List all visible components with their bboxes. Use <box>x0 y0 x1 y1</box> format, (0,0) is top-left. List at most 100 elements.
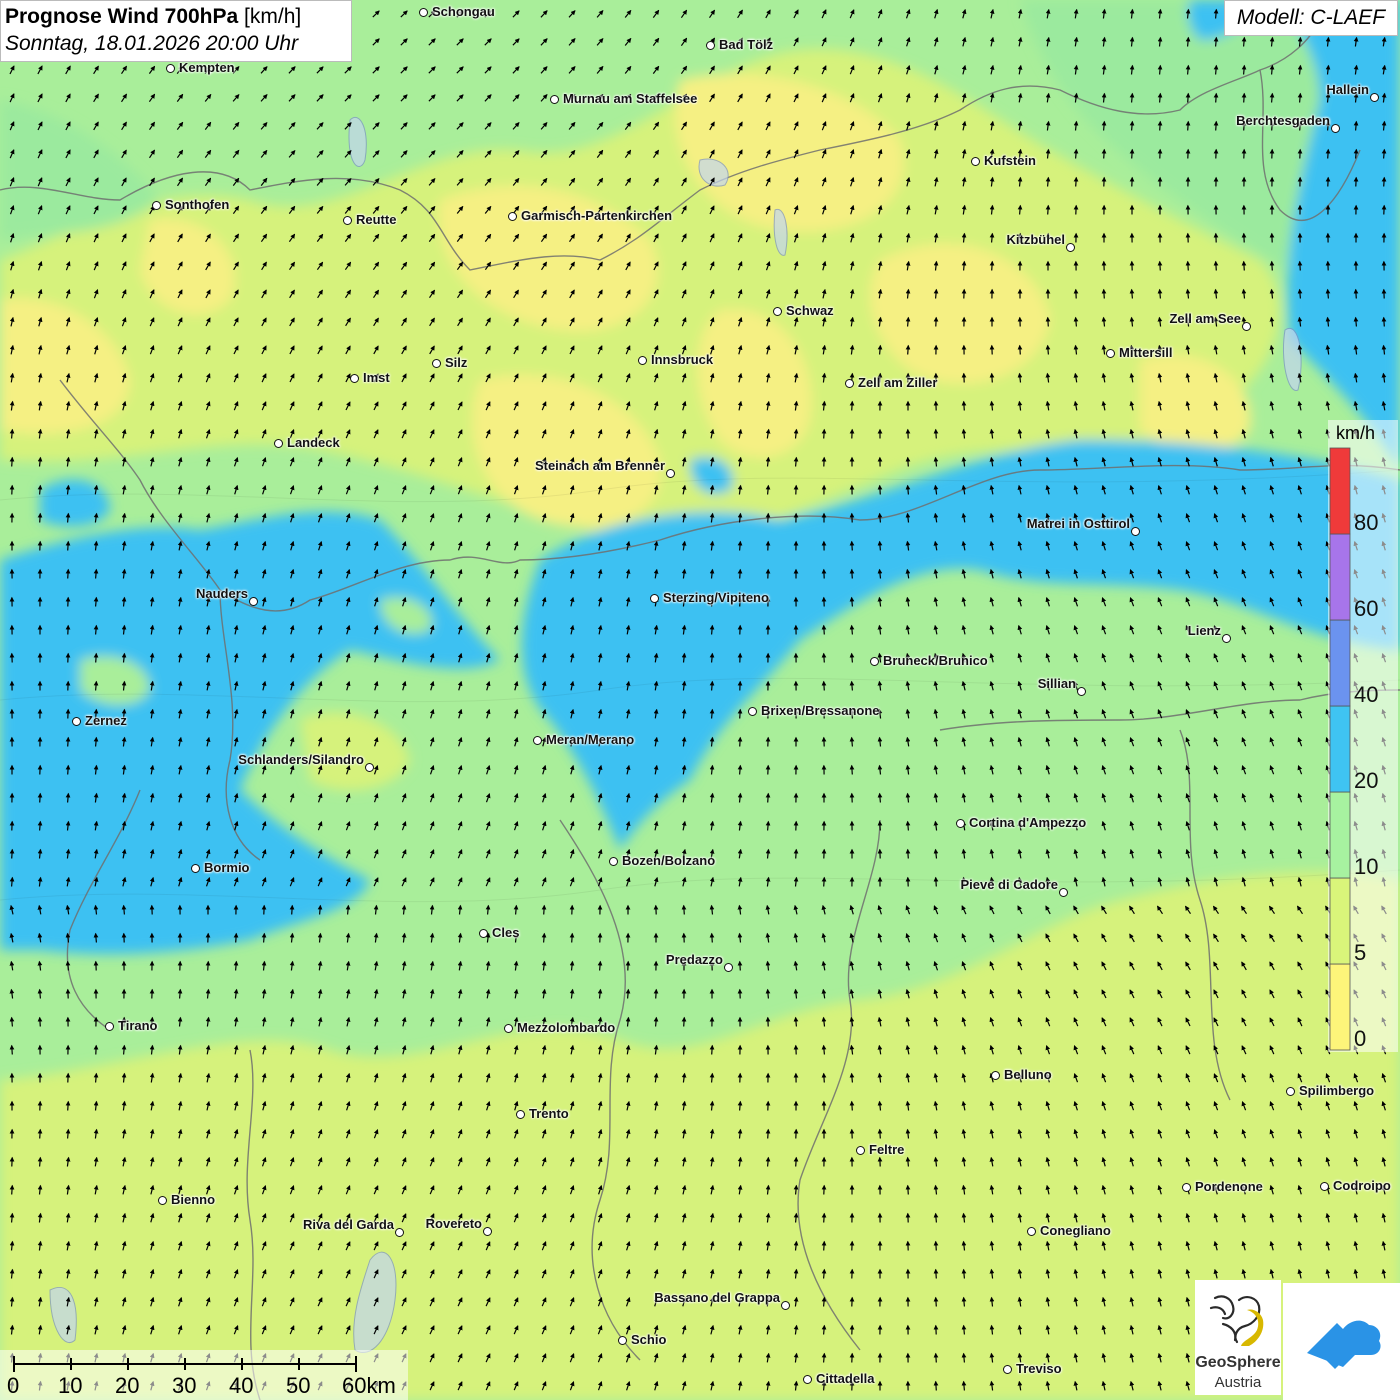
place-marker-icon[interactable] <box>419 8 428 17</box>
place-marker-icon[interactable] <box>1286 1087 1295 1096</box>
wind-arrow <box>541 1072 547 1083</box>
wind-arrow <box>569 1241 575 1251</box>
wind-arrow <box>765 932 771 943</box>
place-marker-icon[interactable] <box>1066 243 1075 252</box>
wind-arrow <box>821 1240 827 1251</box>
place-marker-icon[interactable] <box>650 594 659 603</box>
place-marker-icon[interactable] <box>1131 527 1140 536</box>
wind-arrow <box>765 484 771 495</box>
place-marker-icon[interactable] <box>166 64 175 73</box>
wind-arrow <box>793 932 799 943</box>
wind-arrow <box>653 1352 659 1363</box>
place-marker-icon[interactable] <box>343 216 352 225</box>
wind-arrow <box>961 848 967 859</box>
place-marker-icon[interactable] <box>748 707 757 716</box>
place-marker-icon[interactable] <box>781 1301 790 1310</box>
place-marker-icon[interactable] <box>666 469 675 478</box>
wind-arrow <box>233 988 239 999</box>
place-marker-icon[interactable] <box>350 374 359 383</box>
place-marker-icon[interactable] <box>609 857 618 866</box>
place-marker-icon[interactable] <box>72 717 81 726</box>
wind-arrow <box>961 176 967 187</box>
place-marker-icon[interactable] <box>1242 322 1251 331</box>
wind-arrow <box>1353 148 1359 159</box>
wind-arrow <box>1129 512 1135 523</box>
place-marker-icon[interactable] <box>1320 1182 1329 1191</box>
wind-arrow <box>1073 792 1079 803</box>
place-marker-icon[interactable] <box>152 201 161 210</box>
wind-arrow <box>65 344 71 355</box>
wind-arrow <box>737 1352 743 1363</box>
place-marker-icon[interactable] <box>105 1022 114 1031</box>
wind-arrow <box>1241 848 1247 859</box>
wind-arrow <box>317 736 323 747</box>
place-marker-icon[interactable] <box>432 359 441 368</box>
place-marker-icon[interactable] <box>249 597 258 606</box>
place-marker-icon[interactable] <box>1331 124 1340 133</box>
wind-arrow <box>289 904 295 915</box>
place-marker-icon[interactable] <box>724 963 733 972</box>
wind-arrow <box>1101 1296 1107 1307</box>
place-marker-icon[interactable] <box>618 1336 627 1345</box>
place-marker-icon[interactable] <box>991 1071 1000 1080</box>
place-marker-icon[interactable] <box>1077 687 1086 696</box>
wind-arrow <box>317 708 323 719</box>
wind-arrow <box>1185 1296 1191 1307</box>
wind-arrow <box>849 9 855 19</box>
wind-arrow <box>681 1212 687 1223</box>
place-marker-icon[interactable] <box>504 1024 513 1033</box>
wind-arrow <box>1017 680 1023 691</box>
place-marker-icon[interactable] <box>483 1227 492 1236</box>
wind-arrow <box>149 680 155 691</box>
place-marker-icon[interactable] <box>550 95 559 104</box>
wind-arrow <box>457 1269 463 1279</box>
place-marker-icon[interactable] <box>956 819 965 828</box>
place-marker-icon[interactable] <box>638 356 647 365</box>
place-marker-icon[interactable] <box>516 1110 525 1119</box>
place-marker-icon[interactable] <box>1222 634 1231 643</box>
place-marker-icon[interactable] <box>1106 349 1115 358</box>
weather-app-logo[interactable] <box>1283 1283 1400 1400</box>
place-marker-icon[interactable] <box>870 657 879 666</box>
place-marker-icon[interactable] <box>395 1228 404 1237</box>
wind-arrow <box>597 708 603 719</box>
wind-arrow <box>401 373 407 383</box>
place-marker-icon[interactable] <box>1003 1365 1012 1374</box>
wind-arrow <box>541 877 547 887</box>
wind-arrow <box>317 904 323 915</box>
wind-arrow <box>989 64 995 75</box>
place-marker-icon[interactable] <box>365 763 374 772</box>
wind-arrow <box>933 876 939 887</box>
place-marker-icon[interactable] <box>845 379 854 388</box>
place-marker-icon[interactable] <box>508 212 517 221</box>
wind-arrow <box>1101 737 1107 747</box>
wind-arrow <box>737 540 743 551</box>
wind-arrow <box>1213 1017 1219 1027</box>
wind-arrow <box>569 1044 575 1055</box>
wind-arrow <box>765 1212 771 1223</box>
place-marker-icon[interactable] <box>533 736 542 745</box>
place-marker-icon[interactable] <box>191 864 200 873</box>
place-marker-icon[interactable] <box>773 307 782 316</box>
wind-arrow <box>933 64 939 75</box>
place-marker-icon[interactable] <box>856 1146 865 1155</box>
place-marker-icon[interactable] <box>803 1375 812 1384</box>
wind-arrow <box>877 680 883 691</box>
wind-arrow <box>877 904 883 915</box>
place-marker-icon[interactable] <box>1182 1183 1191 1192</box>
place-marker-icon[interactable] <box>158 1196 167 1205</box>
place-marker-icon[interactable] <box>1370 93 1379 102</box>
wind-arrow <box>933 680 939 691</box>
place-marker-icon[interactable] <box>274 439 283 448</box>
wind-arrow <box>877 792 883 803</box>
place-marker-icon[interactable] <box>971 157 980 166</box>
place-marker-icon[interactable] <box>706 41 715 50</box>
place-marker-icon[interactable] <box>1059 888 1068 897</box>
wind-arrow <box>429 1044 435 1055</box>
wind-arrow <box>457 680 463 691</box>
place-marker-icon[interactable] <box>479 929 488 938</box>
place-marker-icon[interactable] <box>1027 1227 1036 1236</box>
geosphere-logo[interactable]: GeoSphere Austria <box>1195 1280 1281 1395</box>
wind-arrow <box>1073 36 1079 47</box>
wind-arrow <box>1241 597 1247 607</box>
